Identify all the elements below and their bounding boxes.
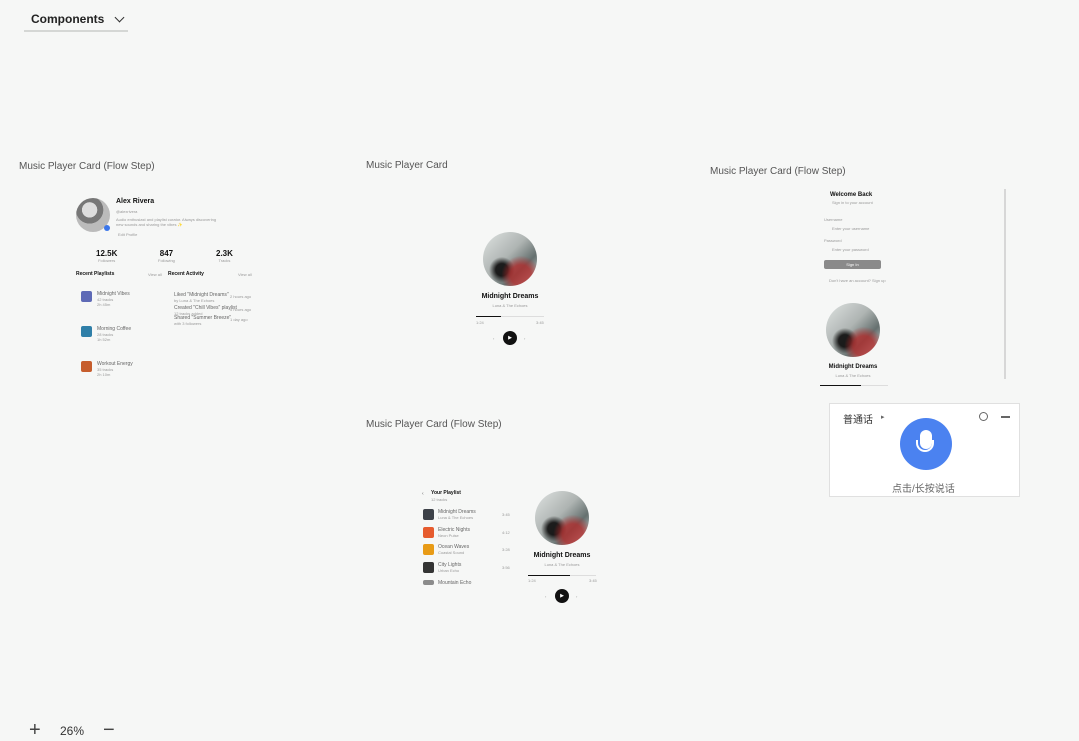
login-title: Welcome Back (830, 192, 873, 198)
queue-item[interactable]: Mountain Echo (423, 580, 511, 586)
activity-item: Liked "Midnight Dreams" by Luna & The Ec… (174, 292, 252, 303)
recent-playlists-title: Recent Playlists (76, 271, 115, 277)
login-subtitle: Sign in to your account (832, 200, 873, 205)
previous-icon[interactable]: ‹ (493, 336, 494, 341)
voice-input-widget: 普通话 ▸ 点击/长按说话 (829, 403, 1020, 497)
profile-card: Alex Rivera @alexrivera Audio enthusiast… (76, 197, 256, 377)
duration: 3:45 (536, 320, 544, 325)
current-time: 1:24 (476, 320, 484, 325)
language-arrow-icon[interactable]: ▸ (881, 413, 885, 421)
progress-bar[interactable] (528, 575, 596, 576)
verified-icon (104, 225, 110, 231)
microphone-button[interactable] (900, 418, 952, 470)
frame-label-player: Music Player Card (366, 160, 448, 171)
sign-in-button[interactable]: Sign In (824, 260, 881, 269)
track-cover (423, 562, 434, 573)
progress-fill (820, 385, 861, 386)
playlist-item[interactable]: Morning Coffee 28 tracks 1h 52m (81, 326, 131, 342)
recent-activity-title: Recent Activity (168, 271, 204, 277)
playlist-cover (81, 326, 92, 337)
next-icon[interactable]: › (524, 336, 525, 341)
progress-bar[interactable] (476, 316, 544, 317)
stat-followers: 12.5K Followers (96, 249, 118, 263)
profile-name: Alex Rivera (116, 198, 155, 205)
track-title: Midnight Dreams (481, 293, 539, 300)
activity-view-all[interactable]: View all (238, 272, 252, 277)
play-button[interactable]: ▶ (503, 331, 517, 345)
queue-item[interactable]: Midnight Dreams Luna & The Echoes 3:45 (423, 509, 511, 520)
next-icon[interactable]: › (576, 594, 577, 599)
username-label: Username (824, 217, 843, 222)
album-art (826, 303, 880, 357)
play-button[interactable]: ▶ (555, 589, 569, 603)
track-title: Midnight Dreams (828, 364, 878, 370)
signup-link[interactable]: Don't have an account? Sign up (829, 278, 886, 283)
album-art (535, 491, 589, 545)
track-artist: Luna & The Echoes (835, 373, 871, 378)
zoom-out-button[interactable]: − (103, 720, 115, 740)
password-input[interactable]: Enter your password (832, 247, 869, 252)
components-dropdown[interactable]: Components (24, 8, 128, 32)
progress-fill (528, 575, 571, 576)
profile-handle: @alexrivera (116, 209, 138, 214)
edit-profile-button[interactable]: Edit Profile (118, 232, 137, 237)
activity-item: Shared "Summer Breeze" with 3 followers … (174, 315, 248, 326)
play-icon: ▶ (560, 593, 564, 599)
track-cover (423, 544, 434, 555)
frame-label-profile: Music Player Card (Flow Step) (19, 161, 155, 172)
settings-icon[interactable] (979, 412, 988, 421)
duration: 3:45 (589, 578, 597, 583)
scrollbar[interactable] (1004, 189, 1006, 379)
track-cover (423, 580, 434, 585)
frame-label-login-player: Music Player Card (Flow Step) (710, 166, 846, 177)
queue-player-card: ‹ Your Playlist 12 tracks Midnight Dream… (420, 487, 602, 603)
zoom-in-button[interactable]: + (29, 720, 41, 740)
track-artist: Luna & The Echoes (492, 303, 528, 308)
track-cover (423, 527, 434, 538)
playlist-cover (81, 361, 92, 372)
stat-tracks: 2.3K Tracks (216, 249, 233, 263)
music-player-card: Midnight Dreams Luna & The Echoes 1:24 3… (476, 232, 544, 345)
playlist-item[interactable]: Workout Energy 35 tracks 2h 10m (81, 361, 133, 377)
password-label: Password (824, 238, 842, 243)
track-cover (423, 509, 434, 520)
queue-count: 12 tracks (431, 497, 448, 502)
album-art (483, 232, 537, 286)
playlists-view-all[interactable]: View all (148, 272, 162, 277)
track-title: Midnight Dreams (533, 552, 591, 559)
zoom-level: 26% (60, 724, 85, 738)
current-time: 1:24 (528, 578, 536, 583)
login-player-frame: Welcome Back Sign in to your account Use… (820, 189, 1010, 399)
previous-icon[interactable]: ‹ (545, 594, 546, 599)
queue-title: Your Playlist (431, 490, 461, 496)
chevron-down-icon (114, 12, 125, 22)
minimize-icon[interactable] (1001, 416, 1010, 418)
components-label: Components (31, 12, 105, 26)
queue-item[interactable]: City Lights Urban Echo 3:56 (423, 562, 511, 573)
play-icon: ▶ (508, 335, 512, 341)
language-label[interactable]: 普通话 (843, 411, 873, 426)
track-artist: Luna & The Echoes (544, 562, 580, 567)
queue-item[interactable]: Electric Nights Neon Pulse 4:12 (423, 527, 511, 538)
back-icon[interactable]: ‹ (422, 491, 424, 497)
queue-item[interactable]: Ocean Waves Coastal Sound 3:28 (423, 544, 511, 555)
playlist-item[interactable]: Midnight Vibes 42 tracks 2h 45m (81, 291, 130, 307)
frame-label-queue-player: Music Player Card (Flow Step) (366, 419, 502, 430)
stat-following: 847 Following (158, 249, 175, 263)
profile-bio-line2: new sounds and sharing the vibes ✨ (116, 222, 183, 227)
playlist-cover (81, 291, 92, 302)
voice-hint: 点击/长按说话 (892, 484, 955, 495)
microphone-stand-icon (916, 440, 934, 452)
progress-fill (476, 316, 502, 317)
username-input[interactable]: Enter your username (832, 226, 869, 231)
progress-bar[interactable] (820, 385, 888, 386)
